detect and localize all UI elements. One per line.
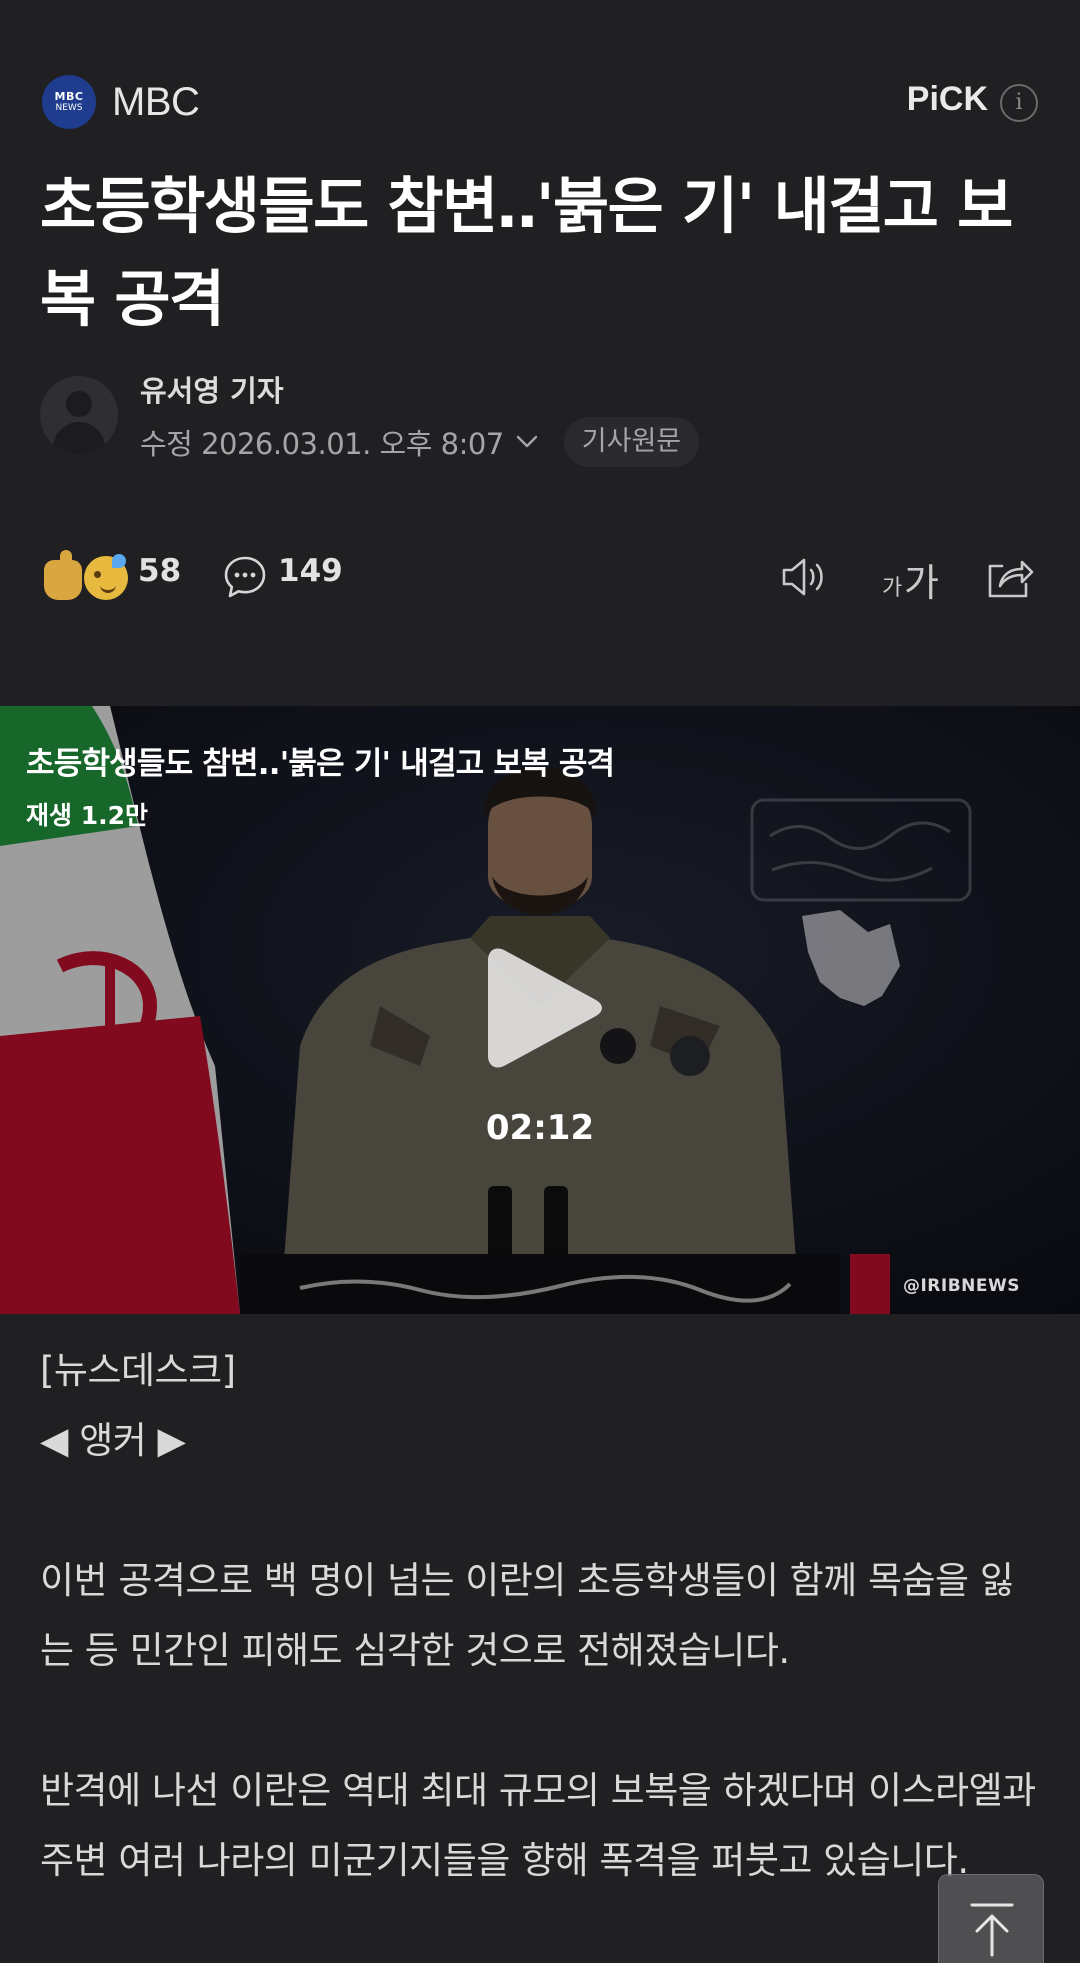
article-body: [뉴스데스크] ◀ 앵커 ▶ 이번 공격으로 백 명이 넘는 이란의 초등학생들… [40,1336,1040,1896]
video-title: 초등학생들도 참변..'붉은 기' 내걸고 보복 공격 [26,746,615,782]
article-headline: 초등학생들도 참변‥'붉은 기' 내걸고 보복 공격 [40,171,1013,335]
article-date: 수정 2026.03.01. 오후 8:07 [140,427,504,461]
chevron-down-icon[interactable] [514,429,540,455]
video-watermark: @IRIBNEWS [902,1276,1020,1296]
thumbs-up-icon [44,550,82,600]
pick-badge: PiCK [906,80,988,118]
scroll-top-button[interactable] [938,1874,1044,1963]
font-small-label: 가 [882,576,903,601]
body-anchor-label: ◀ 앵커 ▶ [40,1419,186,1462]
body-section-label: [뉴스데스크] [40,1349,236,1392]
reaction-button[interactable] [44,550,130,600]
press-logo[interactable]: MBC NEWS [42,75,96,129]
reporter-name[interactable]: 유서영 기자 [140,368,284,410]
article-page: MBC NEWS MBC PiCK i 초등학생들도 참변‥'붉은 기' 내걸고… [0,0,1080,1963]
reaction-bar: 58 149 가 가 [44,548,1036,605]
video-player[interactable]: 초등학생들도 참변..'붉은 기' 내걸고 보복 공격 재생 1.2만 02:1… [0,706,1080,1314]
video-duration: 02:12 [485,1108,595,1148]
comment-icon[interactable] [222,554,268,600]
font-size-button[interactable]: 가 가 [882,552,948,605]
sad-face-icon [84,554,128,600]
speaker-icon[interactable] [780,554,832,600]
reporter-avatar[interactable] [40,376,118,454]
font-big-label: 가 [904,561,939,605]
body-paragraph-2: 반격에 나선 이란은 역대 최대 규모의 보복을 하겠다며 이스라엘과 주변 여… [40,1769,1036,1882]
info-icon[interactable]: i [1000,84,1038,122]
press-header: MBC NEWS MBC PiCK i [42,74,1038,130]
comment-count[interactable]: 149 [278,553,343,589]
press-logo-text: MBC [54,90,84,103]
press-logo-subtext: NEWS [55,103,83,113]
original-article-button[interactable]: 기사원문 [563,417,700,467]
video-views: 재생 1.2만 [26,801,148,830]
arrow-up-icon [970,1903,1014,1957]
play-icon[interactable] [484,938,608,1078]
press-name[interactable]: MBC [112,78,200,126]
body-paragraph-1: 이번 공격으로 백 명이 넘는 이란의 초등학생들이 함께 목숨을 잃는 등 민… [40,1559,1014,1672]
date-row: 수정 2026.03.01. 오후 8:07 기사원문 [140,417,700,467]
share-icon[interactable] [984,552,1036,602]
reaction-count[interactable]: 58 [138,553,181,589]
